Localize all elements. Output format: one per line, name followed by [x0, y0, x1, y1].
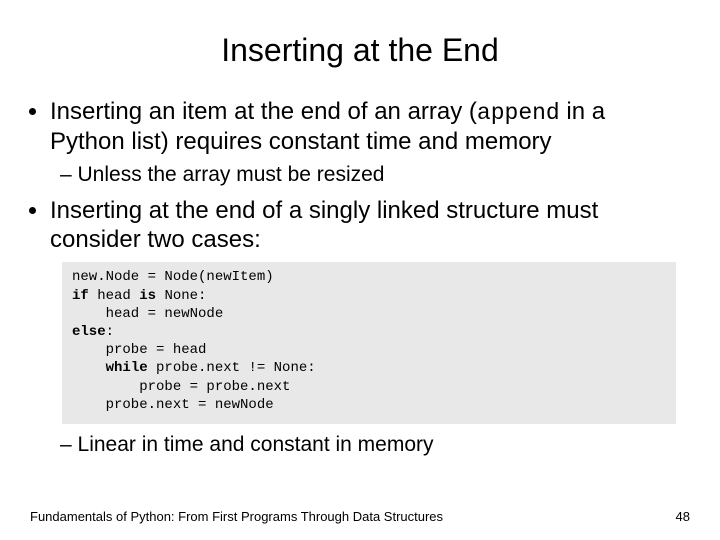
kw-else: else — [72, 324, 106, 340]
bullet-2: Inserting at the end of a singly linked … — [50, 196, 690, 458]
page-number: 48 — [676, 509, 690, 524]
bullet-2-sublist: Linear in time and constant in memory — [60, 432, 680, 458]
bullet-list: Inserting an item at the end of an array… — [50, 97, 690, 458]
code-line-5: probe = head — [72, 342, 206, 358]
bullet-1-text-pre: Inserting an item at the end of an array… — [50, 98, 477, 125]
code-line-3: head = newNode — [72, 306, 223, 322]
code-l6-end: probe.next != None: — [148, 360, 316, 376]
kw-while: while — [106, 360, 148, 376]
append-code: append — [477, 100, 560, 126]
code-block: new.Node = Node(newItem) if head is None… — [62, 262, 676, 424]
code-l6-pre — [72, 360, 106, 376]
bullet-1-sub-1: Unless the array must be resized — [60, 162, 680, 188]
code-l4-end: : — [106, 324, 114, 340]
footer-text: Fundamentals of Python: From First Progr… — [30, 509, 443, 524]
bullet-1-sublist: Unless the array must be resized — [60, 162, 680, 188]
kw-if: if — [72, 288, 89, 304]
footer: Fundamentals of Python: From First Progr… — [30, 509, 690, 524]
bullet-2-sub-1: Linear in time and constant in memory — [60, 432, 680, 458]
bullet-2-text: Inserting at the end of a singly linked … — [50, 197, 598, 253]
code-line-8: probe.next = newNode — [72, 397, 274, 413]
code-l2-mid: head — [89, 288, 139, 304]
kw-is: is — [139, 288, 156, 304]
code-l2-end: None: — [156, 288, 206, 304]
slide: Inserting at the End Inserting an item a… — [0, 0, 720, 540]
code-line-1: new.Node = Node(newItem) — [72, 269, 274, 285]
code-line-7: probe = probe.next — [72, 379, 290, 395]
slide-title: Inserting at the End — [30, 32, 690, 69]
bullet-1: Inserting an item at the end of an array… — [50, 97, 690, 188]
